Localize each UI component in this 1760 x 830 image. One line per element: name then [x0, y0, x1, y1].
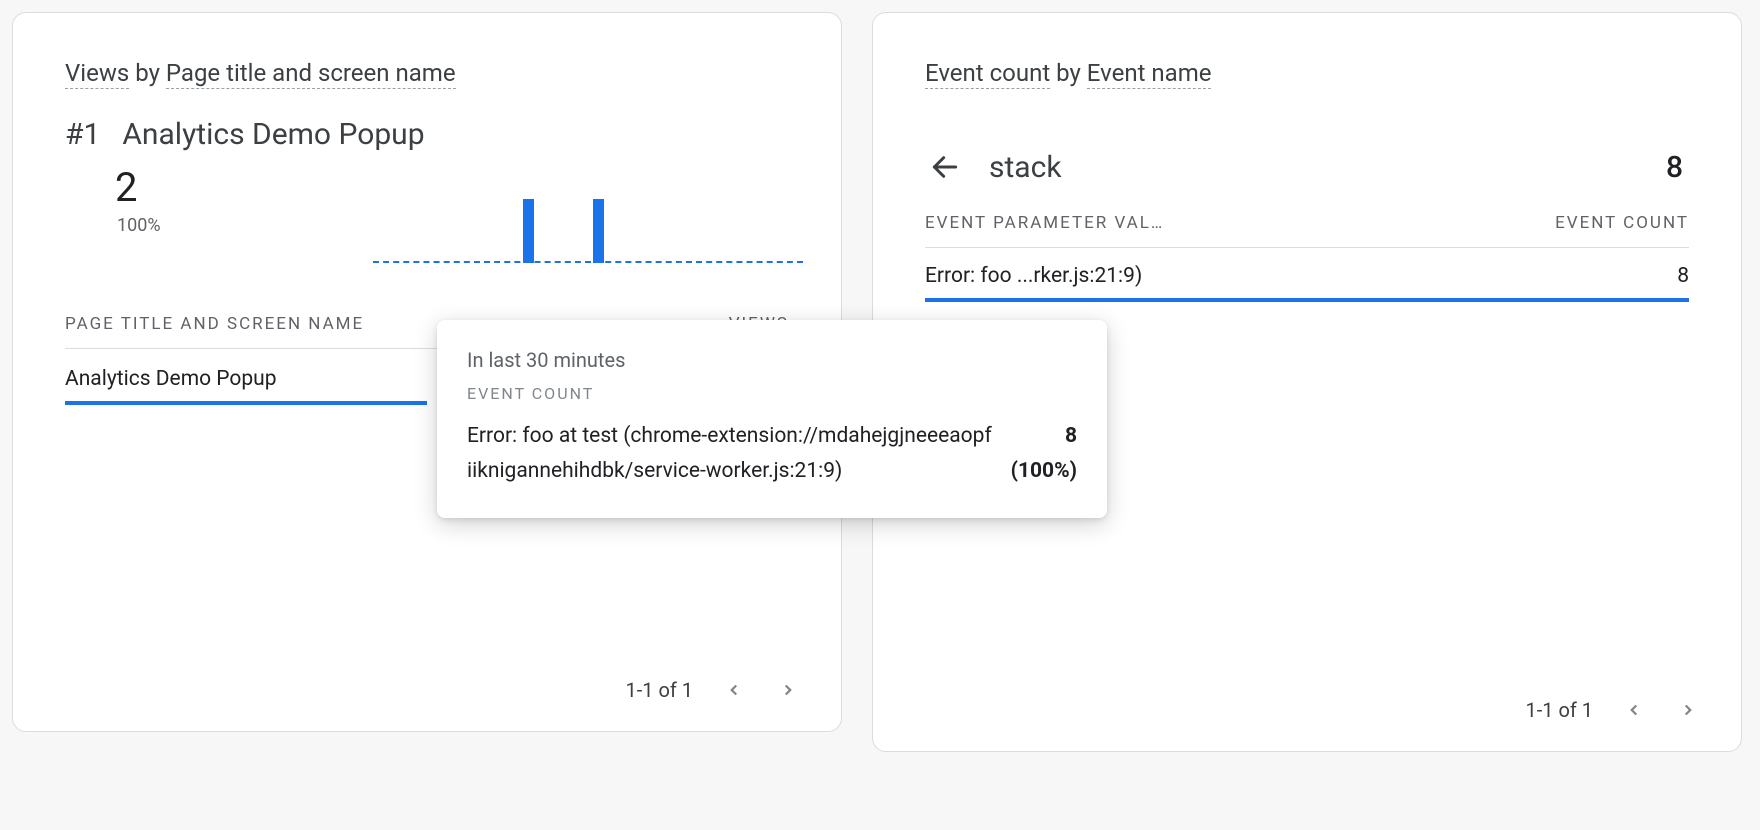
title-metric[interactable]: Event count [925, 59, 1050, 89]
row-count-value: 8 [1677, 264, 1689, 288]
event-name: stack [989, 150, 1062, 185]
title-by: by [1050, 59, 1087, 87]
title-metric[interactable]: Views [65, 59, 129, 89]
tooltip-timeframe: In last 30 minutes [467, 348, 1077, 372]
pager-next-button[interactable] [775, 677, 801, 703]
hover-tooltip: In last 30 minutes EVENT COUNT Error: fo… [437, 320, 1107, 518]
tooltip-error-text: Error: foo at test (chrome-extension://m… [467, 419, 995, 488]
pager-text: 1-1 of 1 [1525, 698, 1593, 722]
pager-text: 1-1 of 1 [625, 678, 693, 702]
pager-prev-button[interactable] [1621, 697, 1647, 723]
pager: 1-1 of 1 [1525, 697, 1701, 723]
card-title: Event count by Event name [925, 59, 1689, 87]
sparkline-bar [593, 199, 604, 263]
row-dimension-value: Analytics Demo Popup [65, 367, 277, 391]
row-selection-indicator [925, 298, 1689, 302]
back-button[interactable] [925, 147, 965, 187]
column-header-count: EVENT COUNT [1555, 213, 1689, 233]
tooltip-metric-label: EVENT COUNT [467, 384, 1077, 403]
pager-next-button[interactable] [1675, 697, 1701, 723]
column-header-dimension: PAGE TITLE AND SCREEN NAME [65, 314, 364, 334]
tooltip-percent: (100%) [1011, 459, 1077, 483]
table-row[interactable]: Error: foo ...rker.js:21:9) 8 [925, 248, 1689, 298]
arrow-left-icon [929, 151, 961, 183]
title-dimension[interactable]: Page title and screen name [166, 59, 456, 89]
table-header: EVENT PARAMETER VAL… EVENT COUNT [925, 213, 1689, 248]
pager: 1-1 of 1 [625, 677, 801, 703]
tooltip-count: 8 [1065, 424, 1077, 448]
top-result-line: #1 Analytics Demo Popup [65, 117, 789, 152]
chevron-right-icon [1679, 701, 1697, 719]
row-selection-indicator [65, 401, 427, 405]
title-by: by [129, 59, 166, 87]
card-title: Views by Page title and screen name [65, 59, 789, 87]
event-header: stack 8 [925, 147, 1689, 187]
sparkline-chart [373, 191, 803, 263]
pager-prev-button[interactable] [721, 677, 747, 703]
column-header-param: EVENT PARAMETER VAL… [925, 213, 1164, 233]
rank-title: Analytics Demo Popup [122, 117, 424, 152]
row-param-value: Error: foo ...rker.js:21:9) [925, 264, 1142, 288]
sparkline-bar [523, 199, 534, 263]
chevron-left-icon [725, 681, 743, 699]
chevron-left-icon [1625, 701, 1643, 719]
sparkline-baseline [373, 261, 803, 263]
tooltip-value: 8 (100%) [1011, 419, 1077, 488]
title-dimension[interactable]: Event name [1087, 59, 1212, 89]
rank-number: #1 [65, 117, 100, 152]
chevron-right-icon [779, 681, 797, 699]
event-total: 8 [1666, 150, 1689, 185]
